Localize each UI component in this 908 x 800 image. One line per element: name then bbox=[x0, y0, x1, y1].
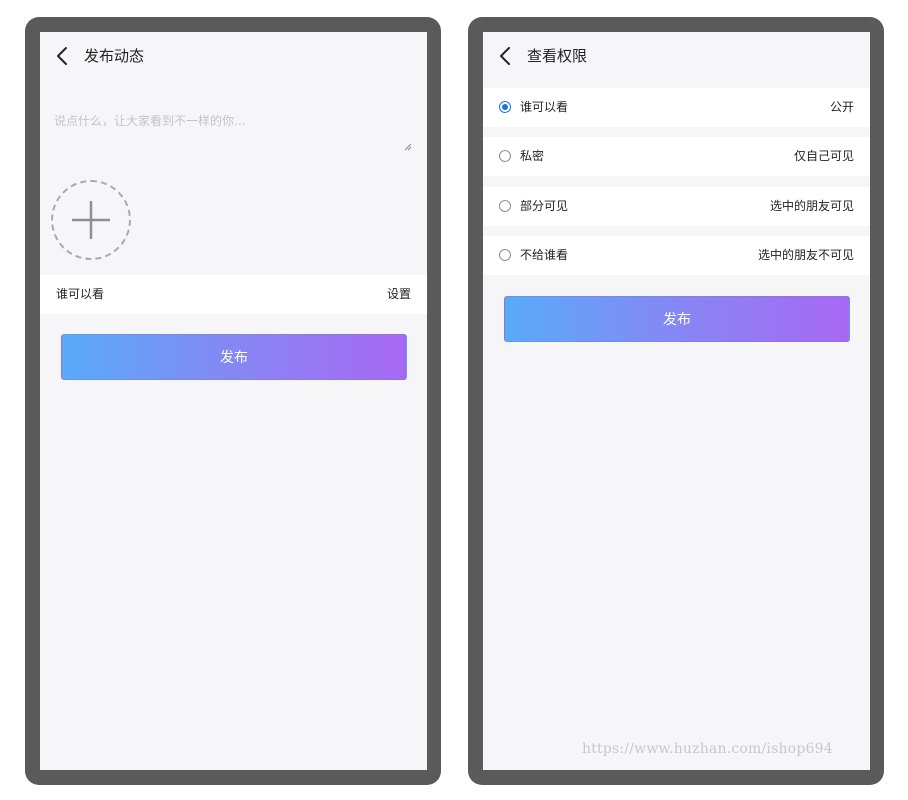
radio-selected-icon[interactable] bbox=[499, 101, 511, 113]
option-label: 私密 bbox=[520, 149, 545, 163]
publish-button[interactable]: 发布 bbox=[61, 334, 407, 380]
watermark-text: https://www.huzhan.com/ishop694 bbox=[582, 741, 833, 757]
visibility-label: 谁可以看 bbox=[56, 287, 105, 301]
option-description: 仅自己可见 bbox=[793, 149, 854, 163]
back-arrow-icon[interactable] bbox=[497, 45, 515, 67]
option-label: 部分可见 bbox=[520, 199, 569, 213]
option-public[interactable]: 谁可以看 公开 bbox=[483, 88, 870, 127]
option-description: 公开 bbox=[829, 100, 854, 114]
plus-icon bbox=[72, 201, 110, 239]
post-header: 发布动态 bbox=[40, 32, 427, 80]
visibility-setting-link[interactable]: 设置 bbox=[387, 275, 411, 314]
option-exclude[interactable]: 不给谁看 选中的朋友不可见 bbox=[483, 236, 870, 275]
post-screen: 发布动态 谁可以看 设置 发布 bbox=[40, 32, 427, 770]
add-image-button[interactable] bbox=[51, 180, 131, 260]
option-private[interactable]: 私密 仅自己可见 bbox=[483, 137, 870, 176]
radio-unselected-icon[interactable] bbox=[499, 200, 511, 212]
permissions-screen: 查看权限 谁可以看 公开 私密 仅自己可见 部分可见 选中的朋友可见 不给谁看 … bbox=[483, 32, 870, 770]
phone-frame-permissions: 查看权限 谁可以看 公开 私密 仅自己可见 部分可见 选中的朋友可见 不给谁看 … bbox=[468, 17, 884, 785]
visibility-setting-row[interactable]: 谁可以看 设置 bbox=[40, 275, 427, 314]
radio-unselected-icon[interactable] bbox=[499, 150, 511, 162]
phone-frame-post: 发布动态 谁可以看 设置 发布 bbox=[25, 17, 441, 785]
publish-button[interactable]: 发布 bbox=[504, 296, 850, 342]
option-label: 不给谁看 bbox=[520, 248, 569, 262]
post-content-input[interactable] bbox=[40, 102, 413, 152]
page-title: 查看权限 bbox=[527, 47, 588, 65]
option-label: 谁可以看 bbox=[520, 100, 569, 114]
permissions-header: 查看权限 bbox=[483, 32, 870, 80]
back-arrow-icon[interactable] bbox=[54, 45, 72, 67]
resize-grip-icon[interactable] bbox=[404, 143, 412, 151]
radio-unselected-icon[interactable] bbox=[499, 249, 511, 261]
option-partial[interactable]: 部分可见 选中的朋友可见 bbox=[483, 187, 870, 226]
option-description: 选中的朋友可见 bbox=[769, 199, 854, 213]
page-title: 发布动态 bbox=[84, 47, 145, 65]
option-description: 选中的朋友不可见 bbox=[757, 248, 854, 262]
